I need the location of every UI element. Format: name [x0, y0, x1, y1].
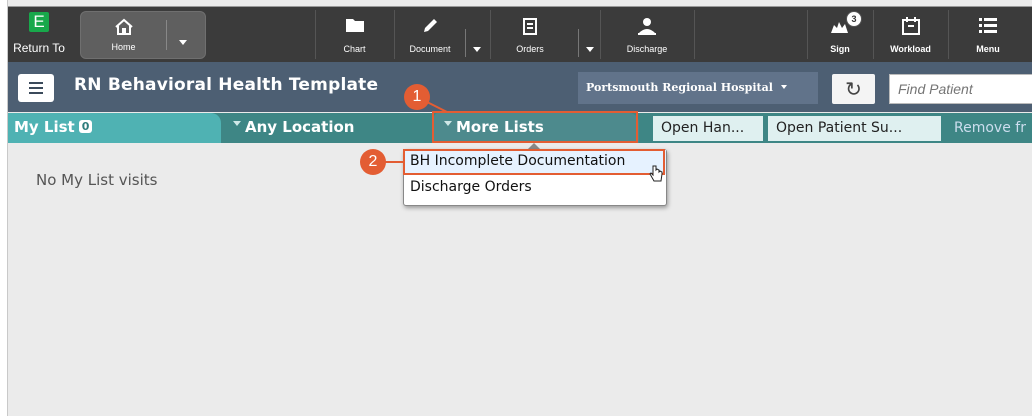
- callout-number-1: 1: [404, 84, 430, 110]
- discharge-button[interactable]: Discharge: [601, 7, 693, 62]
- home-dropdown-caret-icon[interactable]: [179, 40, 187, 45]
- folder-icon: [316, 17, 393, 37]
- hamburger-menu-button[interactable]: [18, 74, 54, 102]
- tab-any-location[interactable]: Any Location: [225, 113, 428, 143]
- home-main[interactable]: Home: [81, 12, 166, 58]
- orders-label: Orders: [516, 44, 544, 54]
- hamburger-icon: [29, 82, 43, 84]
- home-label: Home: [111, 42, 136, 52]
- open-hand-button[interactable]: Open Han...: [653, 116, 763, 141]
- home-divider: [166, 20, 167, 50]
- my-list-count-badge: 0: [78, 120, 93, 133]
- tab-my-list[interactable]: My List 0: [8, 113, 221, 143]
- calendar-icon: [874, 17, 947, 37]
- hospital-label: Portsmouth Regional Hospital: [586, 81, 773, 94]
- workload-label: Workload: [890, 44, 931, 54]
- open-patient-summary-button[interactable]: Open Patient Su...: [768, 116, 941, 141]
- chart-label: Chart: [343, 44, 366, 54]
- document-label: Document: [409, 44, 451, 54]
- sign-count-badge: 3: [846, 11, 862, 27]
- document-button[interactable]: Document: [395, 7, 465, 62]
- sign-label: Sign: [830, 44, 850, 54]
- toolbar-separator: [694, 10, 695, 59]
- context-header: RN Behavioral Health Template Portsmouth…: [8, 62, 1032, 112]
- document-divider: [465, 29, 466, 57]
- orders-divider: [578, 29, 579, 57]
- home-icon: [81, 18, 166, 38]
- page-title: RN Behavioral Health Template: [74, 75, 379, 95]
- hospital-select[interactable]: Portsmouth Regional Hospital: [578, 72, 818, 104]
- discharge-label: Discharge: [626, 44, 668, 54]
- tab-my-list-label: My List: [14, 118, 75, 136]
- home-button[interactable]: Home: [80, 11, 206, 59]
- chart-button[interactable]: Chart: [316, 7, 393, 62]
- tab-any-location-label: Any Location: [245, 118, 355, 136]
- orders-dropdown-caret-icon[interactable]: [586, 47, 594, 52]
- app-window: E Return To Home Chart Document Orders D…: [7, 0, 1032, 416]
- document-dropdown-caret-icon[interactable]: [473, 47, 481, 52]
- hand-cursor-icon: [649, 165, 663, 188]
- return-to-button[interactable]: E Return To: [8, 7, 70, 62]
- orders-button[interactable]: Orders: [491, 7, 569, 62]
- empty-list-message: No My List visits: [36, 171, 158, 189]
- main-toolbar: E Return To Home Chart Document Orders D…: [8, 6, 1032, 62]
- refresh-button[interactable]: ↻: [832, 74, 875, 104]
- callout-highlight-more-lists: [432, 111, 638, 143]
- menu-button[interactable]: Menu: [949, 7, 1027, 62]
- chevron-down-icon: [780, 85, 787, 89]
- menu-label: Menu: [976, 44, 1000, 54]
- callout-number-2: 2: [360, 149, 386, 175]
- callout-highlight-bh-incomplete: [403, 149, 665, 175]
- menu-list-icon: [949, 17, 1027, 37]
- clipboard-icon: [491, 17, 569, 37]
- caret-down-icon: [233, 121, 241, 126]
- remove-from-list-button[interactable]: Remove fr: [946, 116, 1032, 141]
- sign-button[interactable]: 3 Sign: [808, 7, 872, 62]
- discharge-person-icon: [601, 17, 693, 37]
- dropdown-item-discharge-orders[interactable]: Discharge Orders: [410, 179, 532, 195]
- refresh-icon: ↻: [845, 77, 862, 101]
- pencil-icon: [395, 17, 465, 37]
- return-logo-icon: E: [29, 12, 49, 32]
- find-patient-input[interactable]: [889, 74, 1032, 104]
- sign-hand-icon: 3: [808, 11, 872, 37]
- workload-button[interactable]: Workload: [874, 7, 947, 62]
- return-to-label: Return To: [13, 41, 65, 55]
- callout-arrow: [384, 161, 404, 163]
